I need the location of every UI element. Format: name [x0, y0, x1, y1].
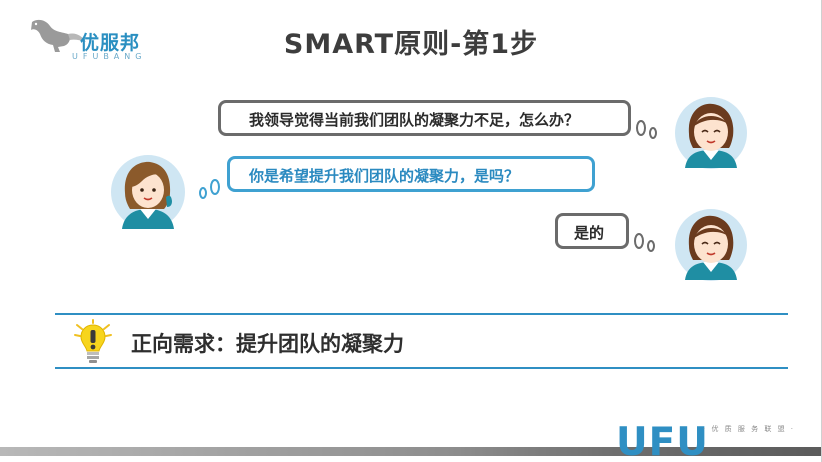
footer-brand: UFU [616, 420, 709, 462]
speech-bubble-confirm: 是的 [555, 213, 629, 249]
speech-bubble-question: 我领导觉得当前我们团队的凝聚力不足，怎么办？ [218, 100, 631, 136]
speech-bubble-clarify: 你是希望提升我们团队的凝聚力，是吗？ [227, 156, 595, 192]
thought-dots-right-bottom [634, 233, 655, 252]
avatar-right-bottom [675, 209, 747, 281]
slide-title: SMART原则-第1步 [283, 29, 539, 60]
divider-bottom [55, 367, 788, 369]
footer-tagline: · 优 质 服 务 联 盟 · [703, 425, 796, 433]
avatar-left-consultant [111, 155, 185, 229]
lightbulb-icon [74, 319, 112, 363]
avatar-right-top [675, 97, 747, 169]
thought-dots-left [199, 179, 220, 199]
divider-top [55, 313, 788, 315]
slide: 优服邦 UFUBANG SMART原则-第1步 我领导觉得当前我们团队的凝聚力不… [0, 0, 822, 462]
positive-need-text: 正向需求：提升团队的凝聚力 [131, 332, 404, 356]
thought-dots-right-top [636, 120, 657, 139]
